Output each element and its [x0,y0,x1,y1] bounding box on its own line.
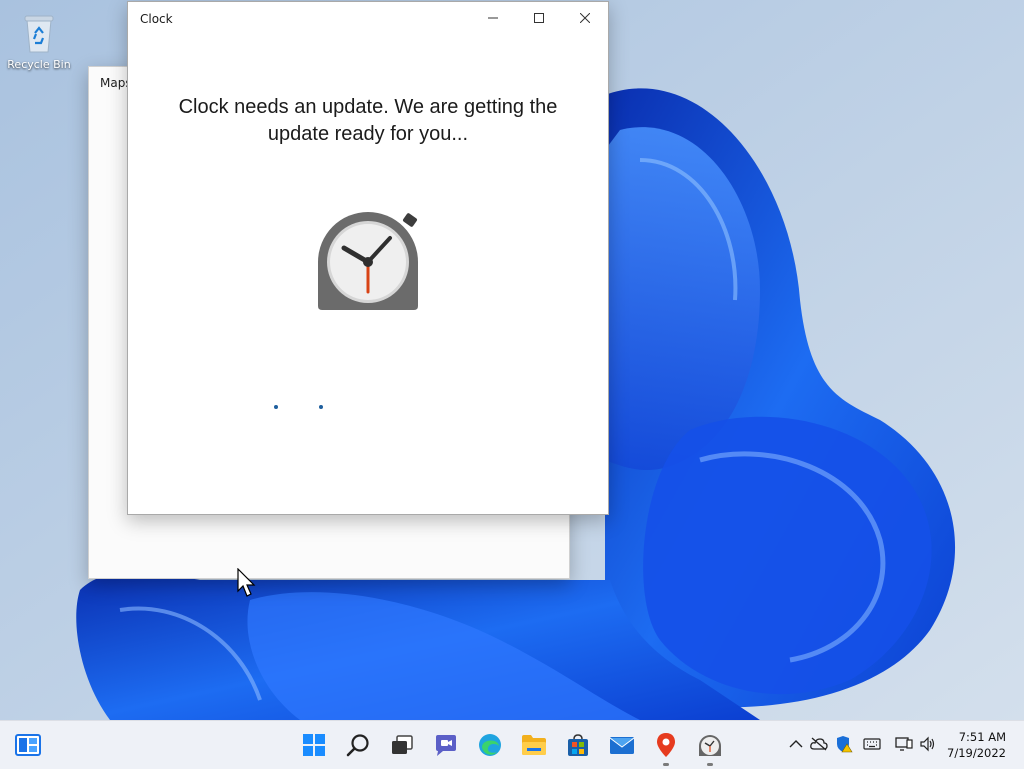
running-indicator [663,763,669,766]
clock-titlebar[interactable]: Clock [128,2,608,34]
task-view-button[interactable] [386,729,418,761]
mail-icon [609,737,635,754]
volume-tray-button[interactable] [919,735,937,753]
edge-icon [479,734,501,756]
widgets-icon [15,734,41,756]
loading-dot [319,405,323,409]
windows-logo-icon [303,734,325,756]
onedrive-offline-icon [810,737,828,751]
desktop-icon-recycle-bin[interactable]: Recycle Bin [4,8,74,71]
chat-icon [436,735,456,756]
show-hidden-icons-button[interactable] [787,735,805,753]
keyboard-icon [863,738,881,750]
security-tray-button[interactable] [835,735,853,753]
update-message: Clock needs an update. We are getting th… [178,96,558,145]
edge-button[interactable] [474,729,506,761]
taskbar: 7:51 AM 7/19/2022 [0,720,1024,769]
clock-window[interactable]: Clock Clock needs an update. We are gett… [127,1,609,515]
recycle-bin-icon [15,8,63,56]
clock-app-icon [316,206,420,310]
store-icon [568,734,588,756]
volume-icon [920,736,935,752]
loading-dot [274,405,278,409]
keyboard-tray-button[interactable] [863,735,881,753]
network-icon [895,737,913,751]
folder-icon [522,735,546,755]
minimize-button[interactable] [470,2,516,34]
chat-button[interactable] [430,729,462,761]
taskbar-time: 7:51 AM [958,730,1006,744]
onedrive-tray-button[interactable] [810,735,828,753]
clock-icon [699,735,721,756]
maps-taskbar-button[interactable] [650,729,682,766]
maps-pin-icon [657,733,675,757]
chevron-up-icon [789,740,803,748]
start-button[interactable] [298,729,330,761]
mouse-cursor-icon [237,567,257,598]
widgets-button[interactable] [12,729,44,761]
search-icon [346,734,369,757]
maximize-button[interactable] [516,2,562,34]
clock-window-title: Clock [140,12,173,26]
desktop-icon-label: Recycle Bin [7,58,71,71]
maximize-icon [534,13,544,23]
file-explorer-button[interactable] [518,729,550,761]
clock-taskbar-button[interactable] [694,729,726,766]
store-button[interactable] [562,729,594,761]
close-button[interactable] [562,2,608,34]
minimize-icon [488,17,498,19]
task-view-icon [392,735,413,754]
running-indicator [707,763,713,766]
taskbar-date: 7/19/2022 [947,746,1006,760]
taskbar-clock[interactable]: 7:51 AM 7/19/2022 [947,729,1006,761]
mail-button[interactable] [606,729,638,761]
security-warning-icon [837,736,853,753]
network-tray-button[interactable] [895,735,913,753]
search-button[interactable] [342,729,374,761]
close-icon [580,13,590,23]
